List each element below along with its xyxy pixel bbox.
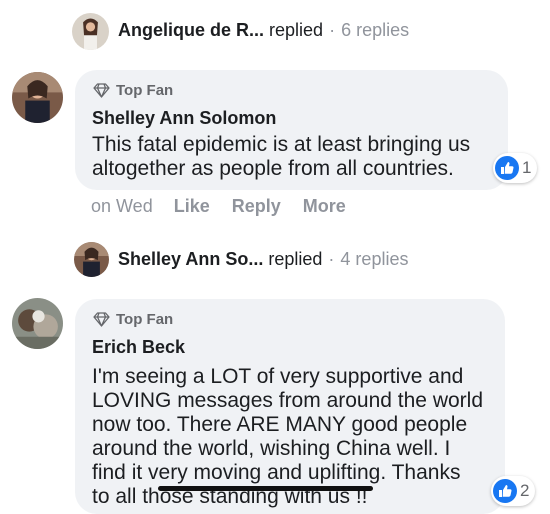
- comment-line: This fatal epidemic is at least bringing…: [92, 133, 471, 156]
- comment-bubble-1: Top Fan Shelley Ann Solomon This fatal e…: [75, 70, 508, 190]
- avatar-shelley[interactable]: [12, 72, 63, 123]
- more-button[interactable]: More: [303, 196, 346, 217]
- reaction-count-1[interactable]: 1: [493, 153, 538, 183]
- avatar-erich[interactable]: [12, 298, 63, 349]
- diamond-icon: [93, 312, 110, 327]
- reply-count[interactable]: 4 replies: [340, 249, 408, 270]
- separator: ·: [328, 248, 335, 269]
- timestamp[interactable]: on Wed: [91, 196, 153, 217]
- comment-text: This fatal epidemic is at least bringing…: [92, 133, 502, 181]
- thumbs-up-icon: [495, 156, 519, 180]
- reaction-count: 2: [520, 481, 530, 500]
- diamond-icon: [93, 83, 110, 98]
- thread-reply-summary-2[interactable]: Shelley Ann So... replied · 4 replies: [118, 244, 408, 274]
- comment-line: altogether as people from all countries.: [92, 157, 454, 180]
- comment-author-name[interactable]: Shelley Ann Solomon: [92, 108, 276, 129]
- thread-reply-summary-1[interactable]: Angelique de R... replied · 6 replies: [118, 15, 409, 45]
- top-fan-badge: Top Fan: [93, 82, 173, 99]
- top-fan-label: Top Fan: [116, 82, 174, 99]
- avatar-angelique[interactable]: [72, 13, 109, 50]
- separator: ·: [329, 19, 336, 40]
- top-fan-badge: Top Fan: [93, 311, 173, 328]
- reply-verb: replied: [269, 19, 324, 40]
- comment-actions: on Wed Like Reply More: [91, 196, 368, 217]
- comment-author-name[interactable]: Erich Beck: [92, 337, 185, 358]
- top-fan-label: Top Fan: [116, 311, 174, 328]
- comment-line: now too. There ARE MANY good people: [92, 413, 468, 436]
- reply-button[interactable]: Reply: [232, 196, 281, 217]
- handwritten-strike-mark: [158, 486, 373, 491]
- avatar-shelley-small[interactable]: [74, 242, 109, 277]
- comment-line: around the world, wishing China well. I: [92, 437, 451, 460]
- reply-verb: replied: [268, 248, 323, 269]
- comment-line: I'm seeing a LOT of very supportive and: [92, 365, 464, 388]
- reaction-count-2[interactable]: 2: [491, 476, 536, 506]
- comment-line: LOVING messages from around the world: [92, 389, 484, 412]
- like-button[interactable]: Like: [174, 196, 210, 217]
- thumbs-up-icon: [493, 479, 517, 503]
- comment-line: find it very moving and uplifting. Thank…: [92, 461, 461, 484]
- reaction-count: 1: [522, 158, 532, 177]
- reply-count[interactable]: 6 replies: [341, 20, 409, 41]
- reply-author-name[interactable]: Shelley Ann So...: [118, 249, 263, 270]
- comment-bubble-2: Top Fan Erich Beck I'm seeing a LOT of v…: [75, 299, 505, 514]
- reply-author-name[interactable]: Angelique de R...: [118, 20, 264, 41]
